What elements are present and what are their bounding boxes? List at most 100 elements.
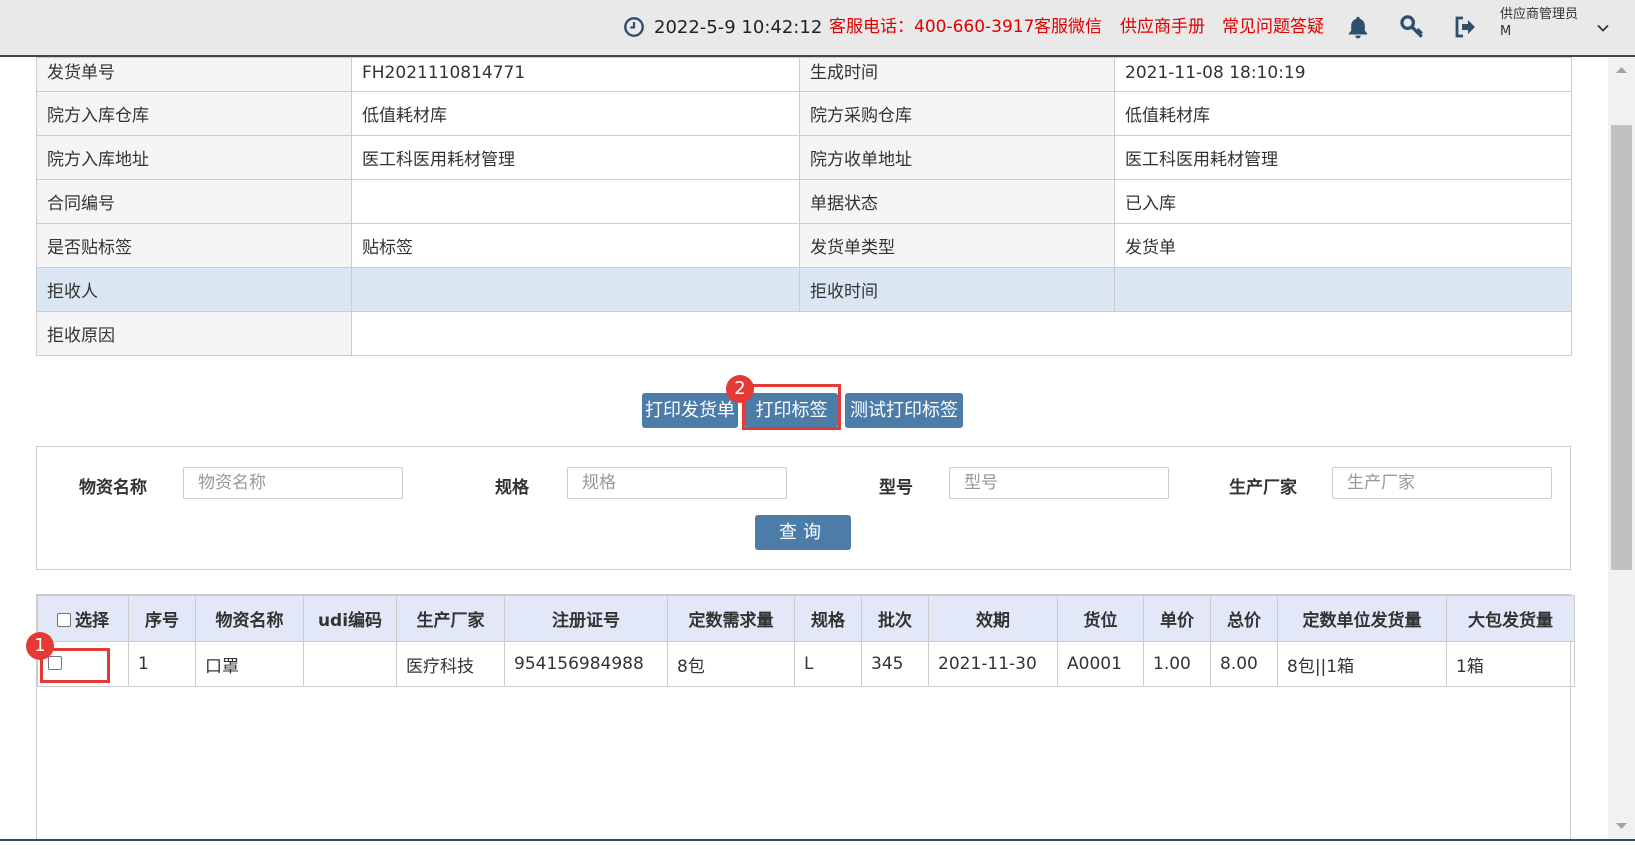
spec-input[interactable] [567,467,787,499]
info-value [1114,267,1572,312]
column-header: 注册证号 [504,595,668,642]
service-hotline: 客服电话：400-660-3917 [829,17,1035,37]
table-cell: 1 [128,641,196,687]
info-row: 拒收原因 [36,311,1572,356]
logout-icon[interactable] [1453,15,1477,39]
table-cell: L [794,641,862,687]
chevron-down-icon[interactable] [1596,21,1610,35]
table-cell: 345 [861,641,929,687]
column-header: 货位 [1057,595,1144,642]
info-label: 合同编号 [36,179,352,224]
service-wechat-link[interactable]: 客服微信 [1034,0,1102,55]
column-header: udi编码 [303,595,397,642]
info-value [351,179,800,224]
info-value: 已入库 [1114,179,1572,224]
info-value: 贴标签 [351,223,800,268]
info-row: 院方入库仓库 低值耗材库 院方采购仓库 低值耗材库 [36,91,1572,136]
user-name[interactable]: 供应商管理员 [1500,7,1578,23]
scroll-up-arrow-icon[interactable] [1608,57,1635,83]
column-header: 总价 [1210,595,1278,642]
table-header-row: 选择 序号 物资名称 udi编码 生产厂家 注册证号 定数需求量 规格 批次 效… [37,595,1575,642]
material-name-label: 物资名称 [79,478,147,498]
info-label: 拒收原因 [36,311,352,356]
column-header: 批次 [861,595,929,642]
info-label: 院方收单地址 [799,135,1115,180]
info-value: 发货单 [1114,223,1572,268]
scrollbar-thumb[interactable] [1611,125,1632,570]
annotation-highlight-box [742,384,841,430]
annotation-badge: 1 [26,632,54,660]
bell-icon[interactable] [1345,14,1371,40]
spec-label: 规格 [495,478,529,498]
info-label: 拒收人 [36,267,352,312]
table-cell: 954156984988 [504,641,668,687]
table-cell: 医疗科技 [396,641,505,687]
table-cell [303,641,397,687]
info-row: 院方入库地址 医工科医用耗材管理 院方收单地址 医工科医用耗材管理 [36,135,1572,180]
table-cell: 8.00 [1210,641,1278,687]
info-label: 是否贴标签 [36,223,352,268]
scroll-down-arrow-icon[interactable] [1608,813,1635,839]
info-value: FH2021110814771 [351,57,800,92]
info-label: 发货单类型 [799,223,1115,268]
clock-icon [624,17,644,37]
column-header: 物资名称 [195,595,304,642]
top-bar: 2022-5-9 10:42:12 客服电话：400-660-3917 客服微信… [0,0,1635,57]
user-account[interactable]: M [1500,24,1511,40]
info-row-highlighted: 拒收人 拒收时间 [36,267,1572,312]
info-label: 院方入库地址 [36,135,352,180]
info-label: 拒收时间 [799,267,1115,312]
faq-link[interactable]: 常见问题答疑 [1222,0,1324,55]
print-shipment-button[interactable]: 打印发货单 [642,393,738,428]
test-print-label-button[interactable]: 测试打印标签 [845,393,963,428]
info-label: 生成时间 [799,57,1115,92]
table-cell: 8包||1箱 [1277,641,1447,687]
model-label: 型号 [879,478,913,498]
info-value: 低值耗材库 [351,91,800,136]
material-grid: 选择 序号 物资名称 udi编码 生产厂家 注册证号 定数需求量 规格 批次 效… [36,594,1575,839]
search-panel: 物资名称 规格 型号 生产厂家 查询 [36,446,1571,570]
select-all-checkbox[interactable] [57,613,71,627]
info-label: 院方入库仓库 [36,91,352,136]
column-header: 选择 [75,611,109,631]
column-header: 单价 [1143,595,1211,642]
query-button[interactable]: 查询 [755,515,851,550]
column-header: 序号 [128,595,196,642]
table-cell: 8包 [667,641,795,687]
column-header: 生产厂家 [396,595,505,642]
table-cell: 1.00 [1143,641,1211,687]
column-header: 定数需求量 [667,595,795,642]
model-input[interactable] [949,467,1169,499]
manufacturer-input[interactable] [1332,467,1552,499]
info-value: 低值耗材库 [1114,91,1572,136]
column-header: 规格 [794,595,862,642]
select-all-header[interactable]: 选择 [37,595,129,642]
table-row[interactable]: 1 口罩 医疗科技 954156984988 8包 L 345 2021-11-… [37,641,1575,687]
vertical-scrollbar[interactable] [1608,57,1635,839]
column-header: 大包发货量 [1446,595,1575,642]
info-value [351,267,800,312]
info-label: 单据状态 [799,179,1115,224]
bottom-divider [0,839,1635,849]
table-cell: A0001 [1057,641,1144,687]
table-cell: 口罩 [195,641,304,687]
material-name-input[interactable] [183,467,403,499]
info-label: 院方采购仓库 [799,91,1115,136]
info-label: 发货单号 [36,57,352,92]
shipment-info-table: 发货单号 FH2021110814771 生成时间 2021-11-08 18:… [36,57,1572,356]
material-table: 选择 序号 物资名称 udi编码 生产厂家 注册证号 定数需求量 规格 批次 效… [37,595,1575,687]
info-value: 医工科医用耗材管理 [1114,135,1572,180]
column-header: 效期 [928,595,1058,642]
info-value: 2021-11-08 18:10:19 [1114,57,1572,92]
supplier-manual-link[interactable]: 供应商手册 [1120,0,1205,55]
info-row: 合同编号 单据状态 已入库 [36,179,1572,224]
table-cell: 2021-11-30 [928,641,1058,687]
info-row: 发货单号 FH2021110814771 生成时间 2021-11-08 18:… [36,57,1572,92]
current-datetime: 2022-5-9 10:42:12 [654,17,823,38]
info-row: 是否贴标签 贴标签 发货单类型 发货单 [36,223,1572,268]
table-cell: 1箱 [1446,641,1575,687]
column-header: 定数单位发货量 [1277,595,1447,642]
key-icon[interactable] [1399,14,1425,40]
annotation-badge: 2 [726,375,754,403]
reject-reason-value [351,311,1572,356]
